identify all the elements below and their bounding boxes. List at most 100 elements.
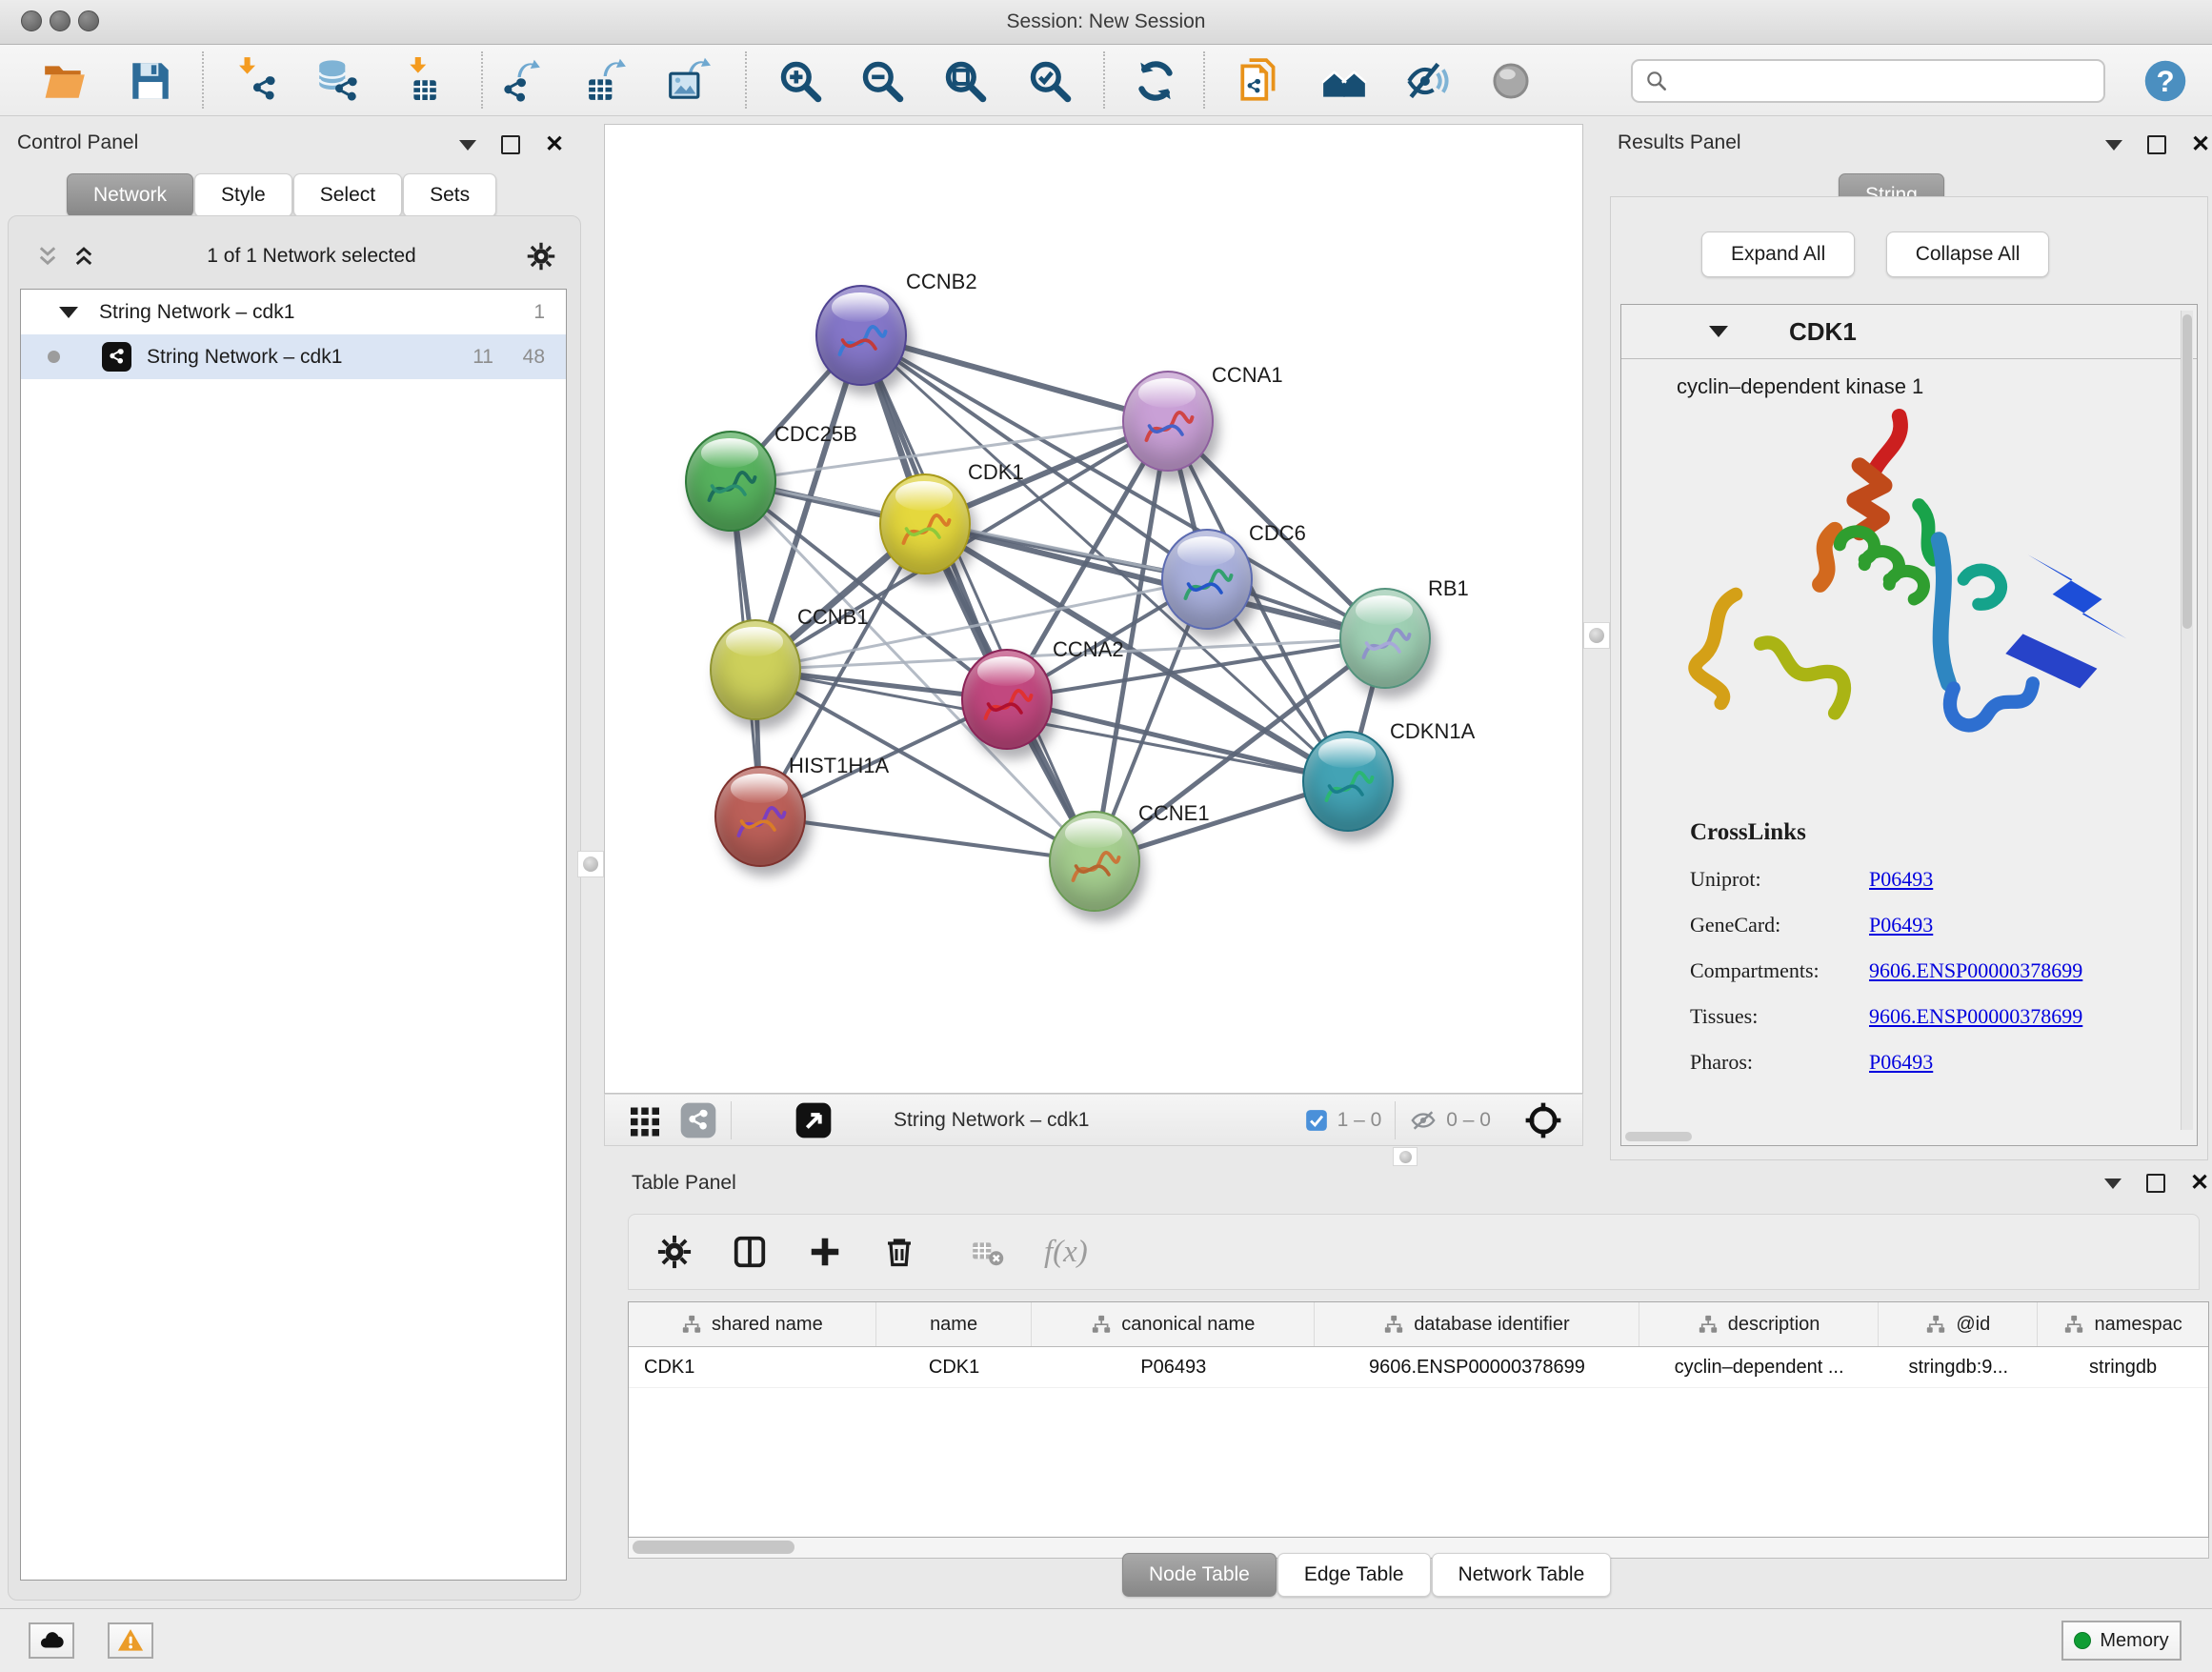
tissues-link[interactable]: 9606.ENSP00000378699 — [1869, 1004, 2082, 1029]
network-node-CCNB1[interactable] — [710, 619, 801, 720]
results-panel-buttons: ✕ — [2105, 135, 2210, 154]
create-column-plus-icon[interactable] — [808, 1235, 842, 1269]
table-row[interactable]: CDK1 CDK1 P06493 9606.ENSP00000378699 cy… — [629, 1347, 2208, 1388]
memory-button[interactable]: Memory — [2061, 1621, 2182, 1661]
zoom-in-button[interactable] — [774, 55, 826, 107]
collapse-panel-icon[interactable] — [459, 140, 476, 151]
network-node-label: CCNE1 — [1138, 801, 1210, 826]
collapse-all-icon[interactable] — [35, 244, 60, 269]
hide-unhide-button[interactable] — [1402, 55, 1454, 107]
export-table-button[interactable] — [581, 55, 633, 107]
toolbar-separator — [1203, 51, 1205, 109]
collapse-panel-icon[interactable] — [2105, 140, 2122, 151]
tab-select[interactable]: Select — [293, 173, 402, 217]
cloud-button[interactable] — [29, 1622, 74, 1659]
tab-style[interactable]: Style — [194, 173, 292, 217]
entry-collapse-icon[interactable] — [1709, 326, 1728, 337]
network-node-label: CDKN1A — [1390, 719, 1475, 744]
crosslink-row: GeneCard: P06493 — [1690, 913, 2082, 937]
export-network-button[interactable] — [497, 55, 549, 107]
close-panel-icon[interactable]: ✕ — [545, 137, 564, 152]
column-header[interactable]: name — [876, 1302, 1033, 1346]
toolbar-separator — [745, 51, 747, 109]
network-node-CDC6[interactable] — [1161, 529, 1253, 630]
column-header[interactable]: namespac — [2038, 1302, 2208, 1346]
warnings-button[interactable] — [108, 1622, 153, 1659]
save-session-button[interactable] — [125, 55, 176, 107]
expand-all-icon[interactable] — [71, 244, 96, 269]
close-panel-icon[interactable]: ✕ — [2190, 1176, 2209, 1191]
tree-expand-icon[interactable] — [59, 307, 78, 318]
home-networks-button[interactable] — [1318, 55, 1370, 107]
network-collection-row[interactable]: String Network – cdk1 1 — [21, 290, 566, 334]
network-node-CDKN1A[interactable] — [1302, 731, 1394, 832]
column-header[interactable]: shared name — [629, 1302, 876, 1346]
float-panel-icon[interactable] — [501, 135, 520, 154]
birdseye-view-icon[interactable] — [794, 1101, 833, 1139]
table-options-gear-icon[interactable] — [657, 1235, 692, 1269]
results-horizontal-scrollbar[interactable] — [1625, 1132, 1692, 1141]
pharos-link[interactable]: P06493 — [1869, 1050, 1933, 1075]
zoom-selected-button[interactable] — [1024, 55, 1076, 107]
import-network-file-button[interactable] — [232, 55, 284, 107]
refresh-button[interactable] — [1130, 55, 1181, 107]
genecard-link[interactable]: P06493 — [1869, 913, 1933, 937]
warning-icon — [116, 1626, 145, 1655]
left-splitter-handle[interactable] — [577, 851, 604, 877]
expand-all-button[interactable]: Expand All — [1701, 232, 1855, 277]
grid-view-icon[interactable] — [628, 1103, 662, 1138]
column-header[interactable]: description — [1639, 1302, 1880, 1346]
tab-network-table[interactable]: Network Table — [1432, 1553, 1612, 1597]
table-panel-buttons: ✕ — [2104, 1174, 2209, 1193]
open-folder-icon — [41, 57, 89, 105]
network-view-icon[interactable] — [679, 1101, 717, 1139]
network-node-CCNA2[interactable] — [961, 649, 1053, 750]
network-node-CDC25B[interactable] — [685, 431, 776, 532]
column-header[interactable]: canonical name — [1032, 1302, 1315, 1346]
entry-header[interactable]: CDK1 — [1621, 305, 2197, 359]
delete-column-trash-icon[interactable] — [882, 1235, 916, 1269]
column-header[interactable]: @id — [1879, 1302, 2038, 1346]
column-header[interactable]: database identifier — [1315, 1302, 1639, 1346]
network-canvas[interactable]: CCNB2CCNA1CDC25BCDK1CDC6RB1CCNB1CCNA2CDK… — [604, 124, 1583, 1094]
tab-edge-table[interactable]: Edge Table — [1277, 1553, 1431, 1597]
tab-network[interactable]: Network — [67, 173, 193, 217]
network-node-HIST1H1A[interactable] — [714, 766, 806, 867]
collapse-all-button[interactable]: Collapse All — [1886, 232, 2050, 277]
open-session-button[interactable] — [39, 55, 90, 107]
results-vertical-scrollbar[interactable] — [2181, 311, 2193, 1130]
network-node-CCNE1[interactable] — [1049, 811, 1140, 912]
zoom-out-button[interactable] — [856, 55, 908, 107]
float-panel-icon[interactable] — [2147, 135, 2166, 154]
import-network-database-button[interactable] — [312, 55, 364, 107]
zoom-fit-button[interactable] — [939, 55, 991, 107]
search-input[interactable] — [1669, 70, 2082, 93]
export-image-button[interactable] — [664, 55, 715, 107]
toolbar-search[interactable] — [1631, 59, 2105, 103]
uniprot-link[interactable]: P06493 — [1869, 867, 1933, 892]
title-bar: Session: New Session — [0, 0, 2212, 45]
network-row-selected[interactable]: String Network – cdk1 11 48 — [21, 334, 566, 379]
cdk1-entry: CDK1 cyclin–dependent kinase 1 CrossLink… — [1620, 304, 2198, 1146]
control-panel-title: Control Panel — [17, 131, 138, 154]
show-graphics-details-button[interactable] — [1485, 55, 1537, 107]
help-button[interactable]: ? — [2140, 55, 2191, 107]
network-node-RB1[interactable] — [1339, 588, 1431, 689]
tab-node-table[interactable]: Node Table — [1122, 1553, 1277, 1597]
tab-sets[interactable]: Sets — [403, 173, 496, 217]
network-view-toolbar: String Network – cdk1 1 – 0 0 – 0 — [604, 1094, 1583, 1146]
network-node-CCNA1[interactable] — [1122, 371, 1214, 472]
close-panel-icon[interactable]: ✕ — [2191, 137, 2210, 152]
import-table-button[interactable] — [397, 55, 449, 107]
compartments-link[interactable]: 9606.ENSP00000378699 — [1869, 958, 2082, 983]
float-panel-icon[interactable] — [2146, 1174, 2165, 1193]
collapse-panel-icon[interactable] — [2104, 1178, 2122, 1189]
network-node-CCNB2[interactable] — [815, 285, 907, 386]
crosshair-icon[interactable] — [1523, 1100, 1563, 1140]
network-node-label: RB1 — [1428, 576, 1469, 601]
show-columns-icon[interactable] — [732, 1234, 768, 1270]
options-gear-icon[interactable] — [527, 242, 555, 271]
network-node-CDK1[interactable] — [879, 473, 971, 574]
string-import-button[interactable] — [1234, 55, 1285, 107]
memory-status-dot — [2074, 1632, 2091, 1649]
